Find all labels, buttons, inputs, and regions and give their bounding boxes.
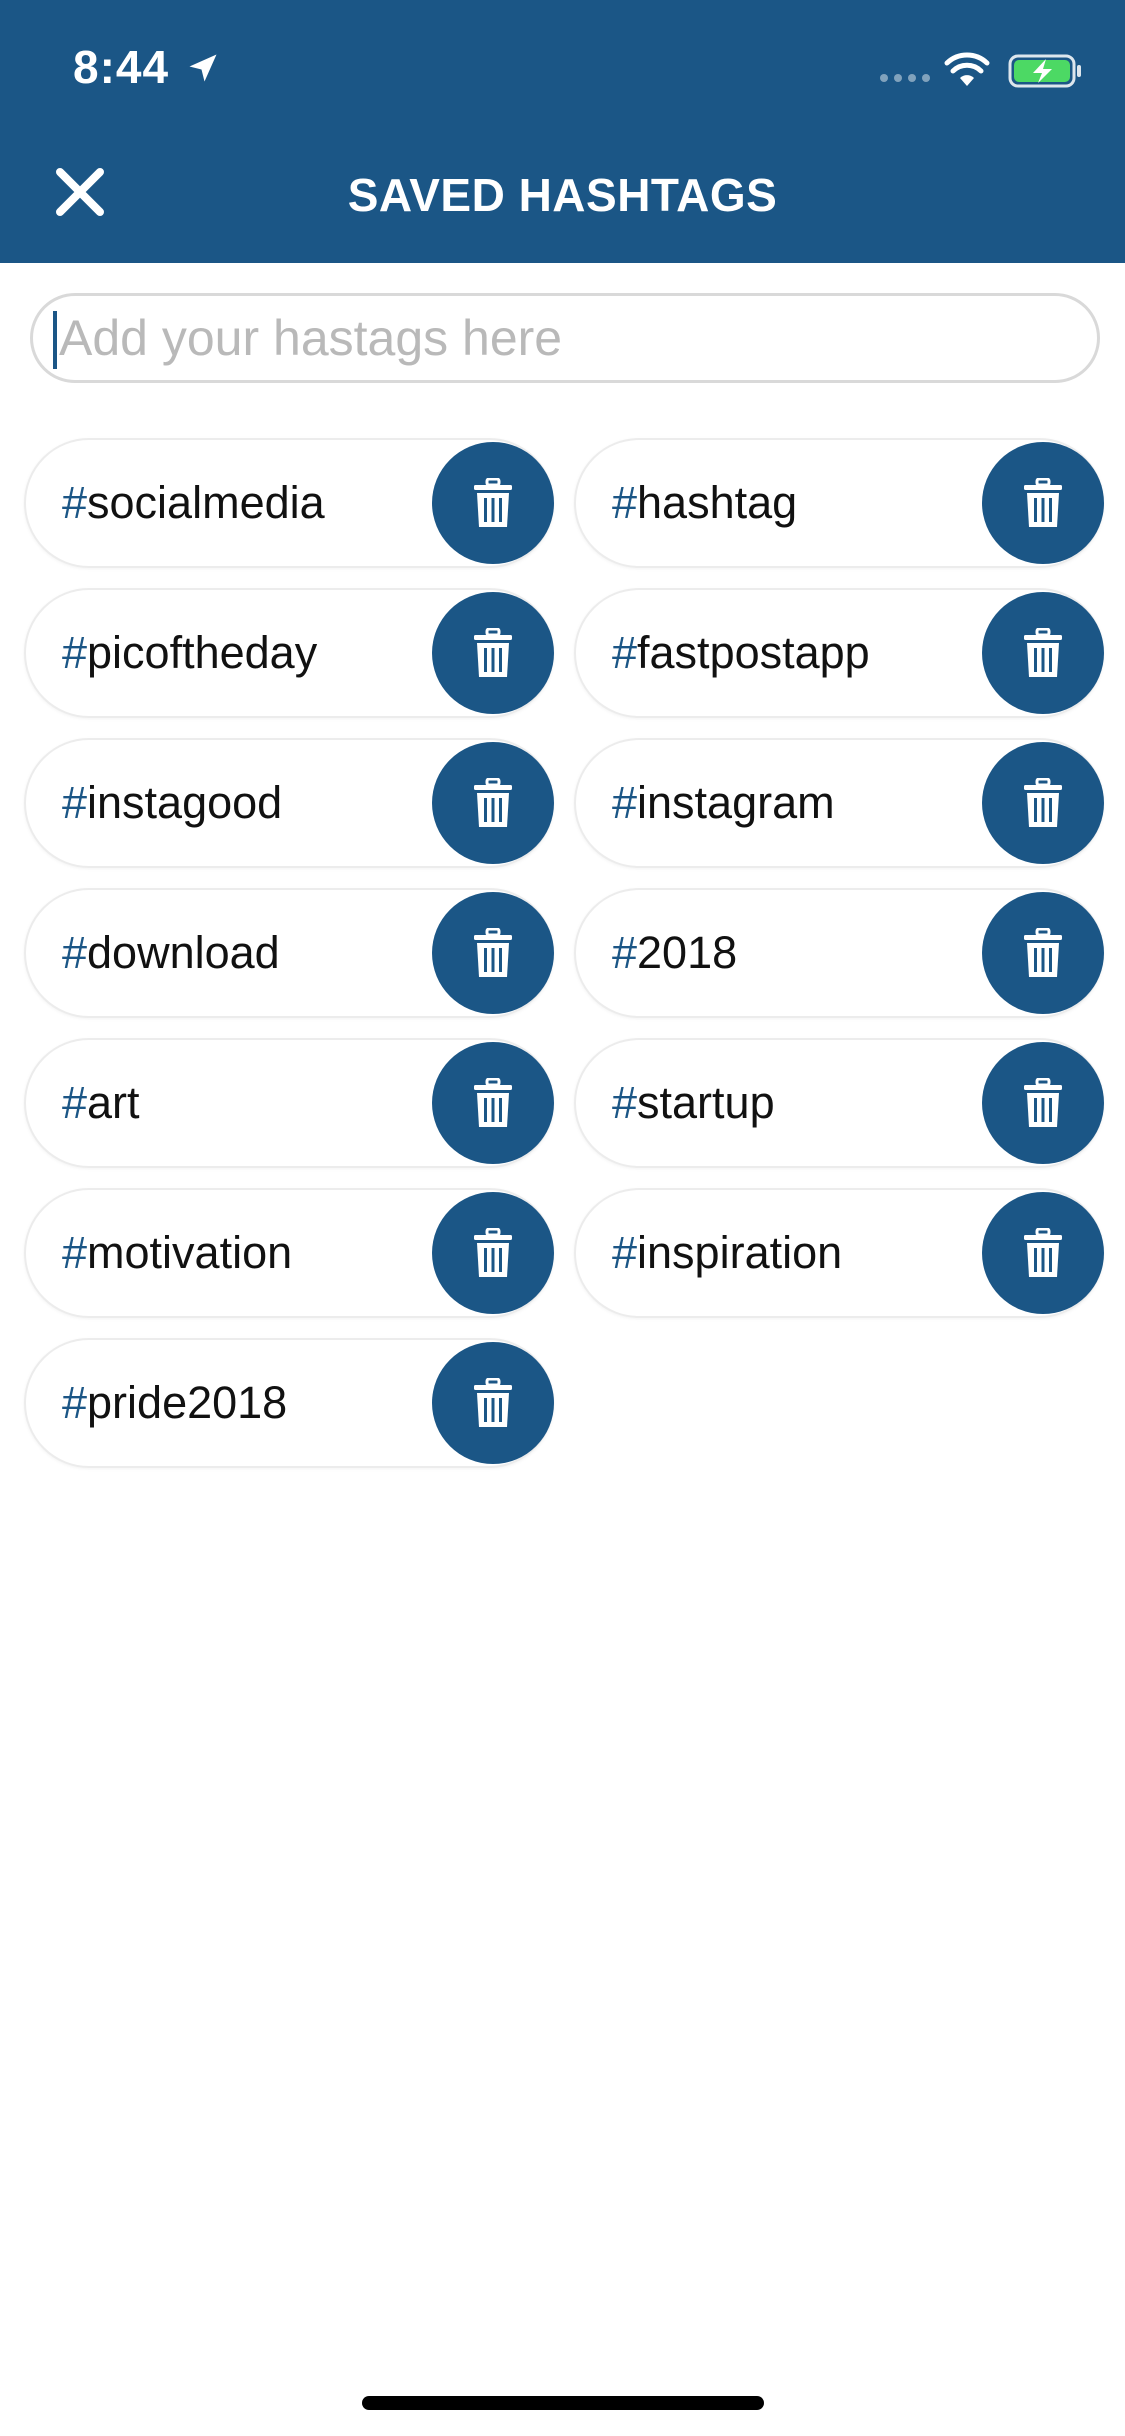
delete-hashtag-button[interactable] [432, 742, 554, 864]
hash-symbol: # [612, 777, 638, 828]
top-bar: 8:44 SAVED HASHTAGS [0, 0, 1125, 263]
hash-symbol: # [612, 627, 638, 678]
location-arrow-icon [189, 54, 217, 82]
trash-icon [1024, 1228, 1062, 1277]
search-field[interactable] [30, 293, 1100, 383]
delete-hashtag-button[interactable] [432, 592, 554, 714]
hashtag-text: art [87, 1077, 140, 1128]
trash-icon [1024, 778, 1062, 827]
battery-charging-icon [1008, 54, 1081, 88]
trash-icon [1024, 628, 1062, 677]
trash-icon [474, 628, 512, 677]
hash-symbol: # [612, 1227, 638, 1278]
hashtag-label: #hashtag [612, 440, 797, 566]
hashtag-chip[interactable]: #socialmedia [24, 438, 554, 568]
hashtag-label: #instagood [62, 740, 282, 866]
delete-hashtag-button[interactable] [432, 1042, 554, 1164]
hashtag-text: inspiration [637, 1227, 843, 1278]
hashtag-label: #download [62, 890, 280, 1016]
page-title: SAVED HASHTAGS [347, 169, 778, 221]
hash-symbol: # [62, 1377, 88, 1428]
hashtag-chip[interactable]: #hashtag [574, 438, 1104, 568]
signal-dots-icon [880, 74, 930, 82]
delete-hashtag-button[interactable] [432, 442, 554, 564]
home-indicator[interactable] [362, 2396, 764, 2410]
hash-symbol: # [62, 777, 88, 828]
hashtag-input[interactable] [59, 296, 1089, 380]
hashtag-label: #picoftheday [62, 590, 317, 716]
delete-hashtag-button[interactable] [982, 442, 1104, 564]
hashtag-text: pride2018 [87, 1377, 288, 1428]
hashtag-label: #motivation [62, 1190, 292, 1316]
hashtag-text: download [87, 927, 280, 978]
trash-icon [474, 1228, 512, 1277]
text-caret [53, 311, 57, 369]
hashtag-chip[interactable]: #inspiration [574, 1188, 1104, 1318]
hashtag-label: #instagram [612, 740, 835, 866]
hashtag-text: picoftheday [87, 627, 318, 678]
delete-hashtag-button[interactable] [982, 892, 1104, 1014]
hash-symbol: # [612, 1077, 638, 1128]
status-time: 8:44 [73, 41, 170, 93]
delete-hashtag-button[interactable] [982, 742, 1104, 864]
hashtag-text: startup [637, 1077, 775, 1128]
trash-icon [474, 1078, 512, 1127]
hashtag-chip[interactable]: #pride2018 [24, 1338, 554, 1468]
trash-icon [474, 778, 512, 827]
hash-symbol: # [62, 627, 88, 678]
hashtag-text: instagram [637, 777, 835, 828]
hashtag-chip[interactable]: #startup [574, 1038, 1104, 1168]
delete-hashtag-button[interactable] [432, 1342, 554, 1464]
hashtag-text: socialmedia [87, 477, 325, 528]
delete-hashtag-button[interactable] [982, 1042, 1104, 1164]
hash-symbol: # [62, 477, 88, 528]
hashtag-label: #pride2018 [62, 1340, 287, 1466]
delete-hashtag-button[interactable] [432, 892, 554, 1014]
hash-symbol: # [612, 927, 638, 978]
hash-symbol: # [62, 927, 88, 978]
trash-icon [1024, 478, 1062, 527]
hashtag-chip[interactable]: #download [24, 888, 554, 1018]
hashtag-label: #startup [612, 1040, 775, 1166]
hashtag-label: #inspiration [612, 1190, 842, 1316]
hashtag-chip[interactable]: #motivation [24, 1188, 554, 1318]
hashtag-text: 2018 [637, 927, 738, 978]
hashtag-chip[interactable]: #picoftheday [24, 588, 554, 718]
hash-symbol: # [612, 477, 638, 528]
hashtag-label: #2018 [612, 890, 737, 1016]
trash-icon [474, 1378, 512, 1427]
trash-icon [474, 478, 512, 527]
delete-hashtag-button[interactable] [982, 1192, 1104, 1314]
hashtag-text: fastpostapp [637, 627, 870, 678]
hashtag-chip[interactable]: #art [24, 1038, 554, 1168]
hashtag-chip[interactable]: #instagood [24, 738, 554, 868]
trash-icon [474, 928, 512, 977]
hashtag-text: instagood [87, 777, 283, 828]
delete-hashtag-button[interactable] [982, 592, 1104, 714]
hash-symbol: # [62, 1227, 88, 1278]
hashtag-chip[interactable]: #fastpostapp [574, 588, 1104, 718]
wifi-icon [944, 52, 990, 86]
hashtag-label: #fastpostapp [612, 590, 870, 716]
hashtag-label: #art [62, 1040, 140, 1166]
hash-symbol: # [62, 1077, 88, 1128]
hashtag-chip[interactable]: #2018 [574, 888, 1104, 1018]
hashtag-label: #socialmedia [62, 440, 325, 566]
delete-hashtag-button[interactable] [432, 1192, 554, 1314]
hashtag-chip[interactable]: #instagram [574, 738, 1104, 868]
trash-icon [1024, 1078, 1062, 1127]
hashtag-grid: #socialmedia #hashtag #picoftheday #fastpos… [24, 438, 1104, 1468]
hashtag-text: motivation [87, 1227, 293, 1278]
hashtag-text: hashtag [637, 477, 798, 528]
trash-icon [1024, 928, 1062, 977]
